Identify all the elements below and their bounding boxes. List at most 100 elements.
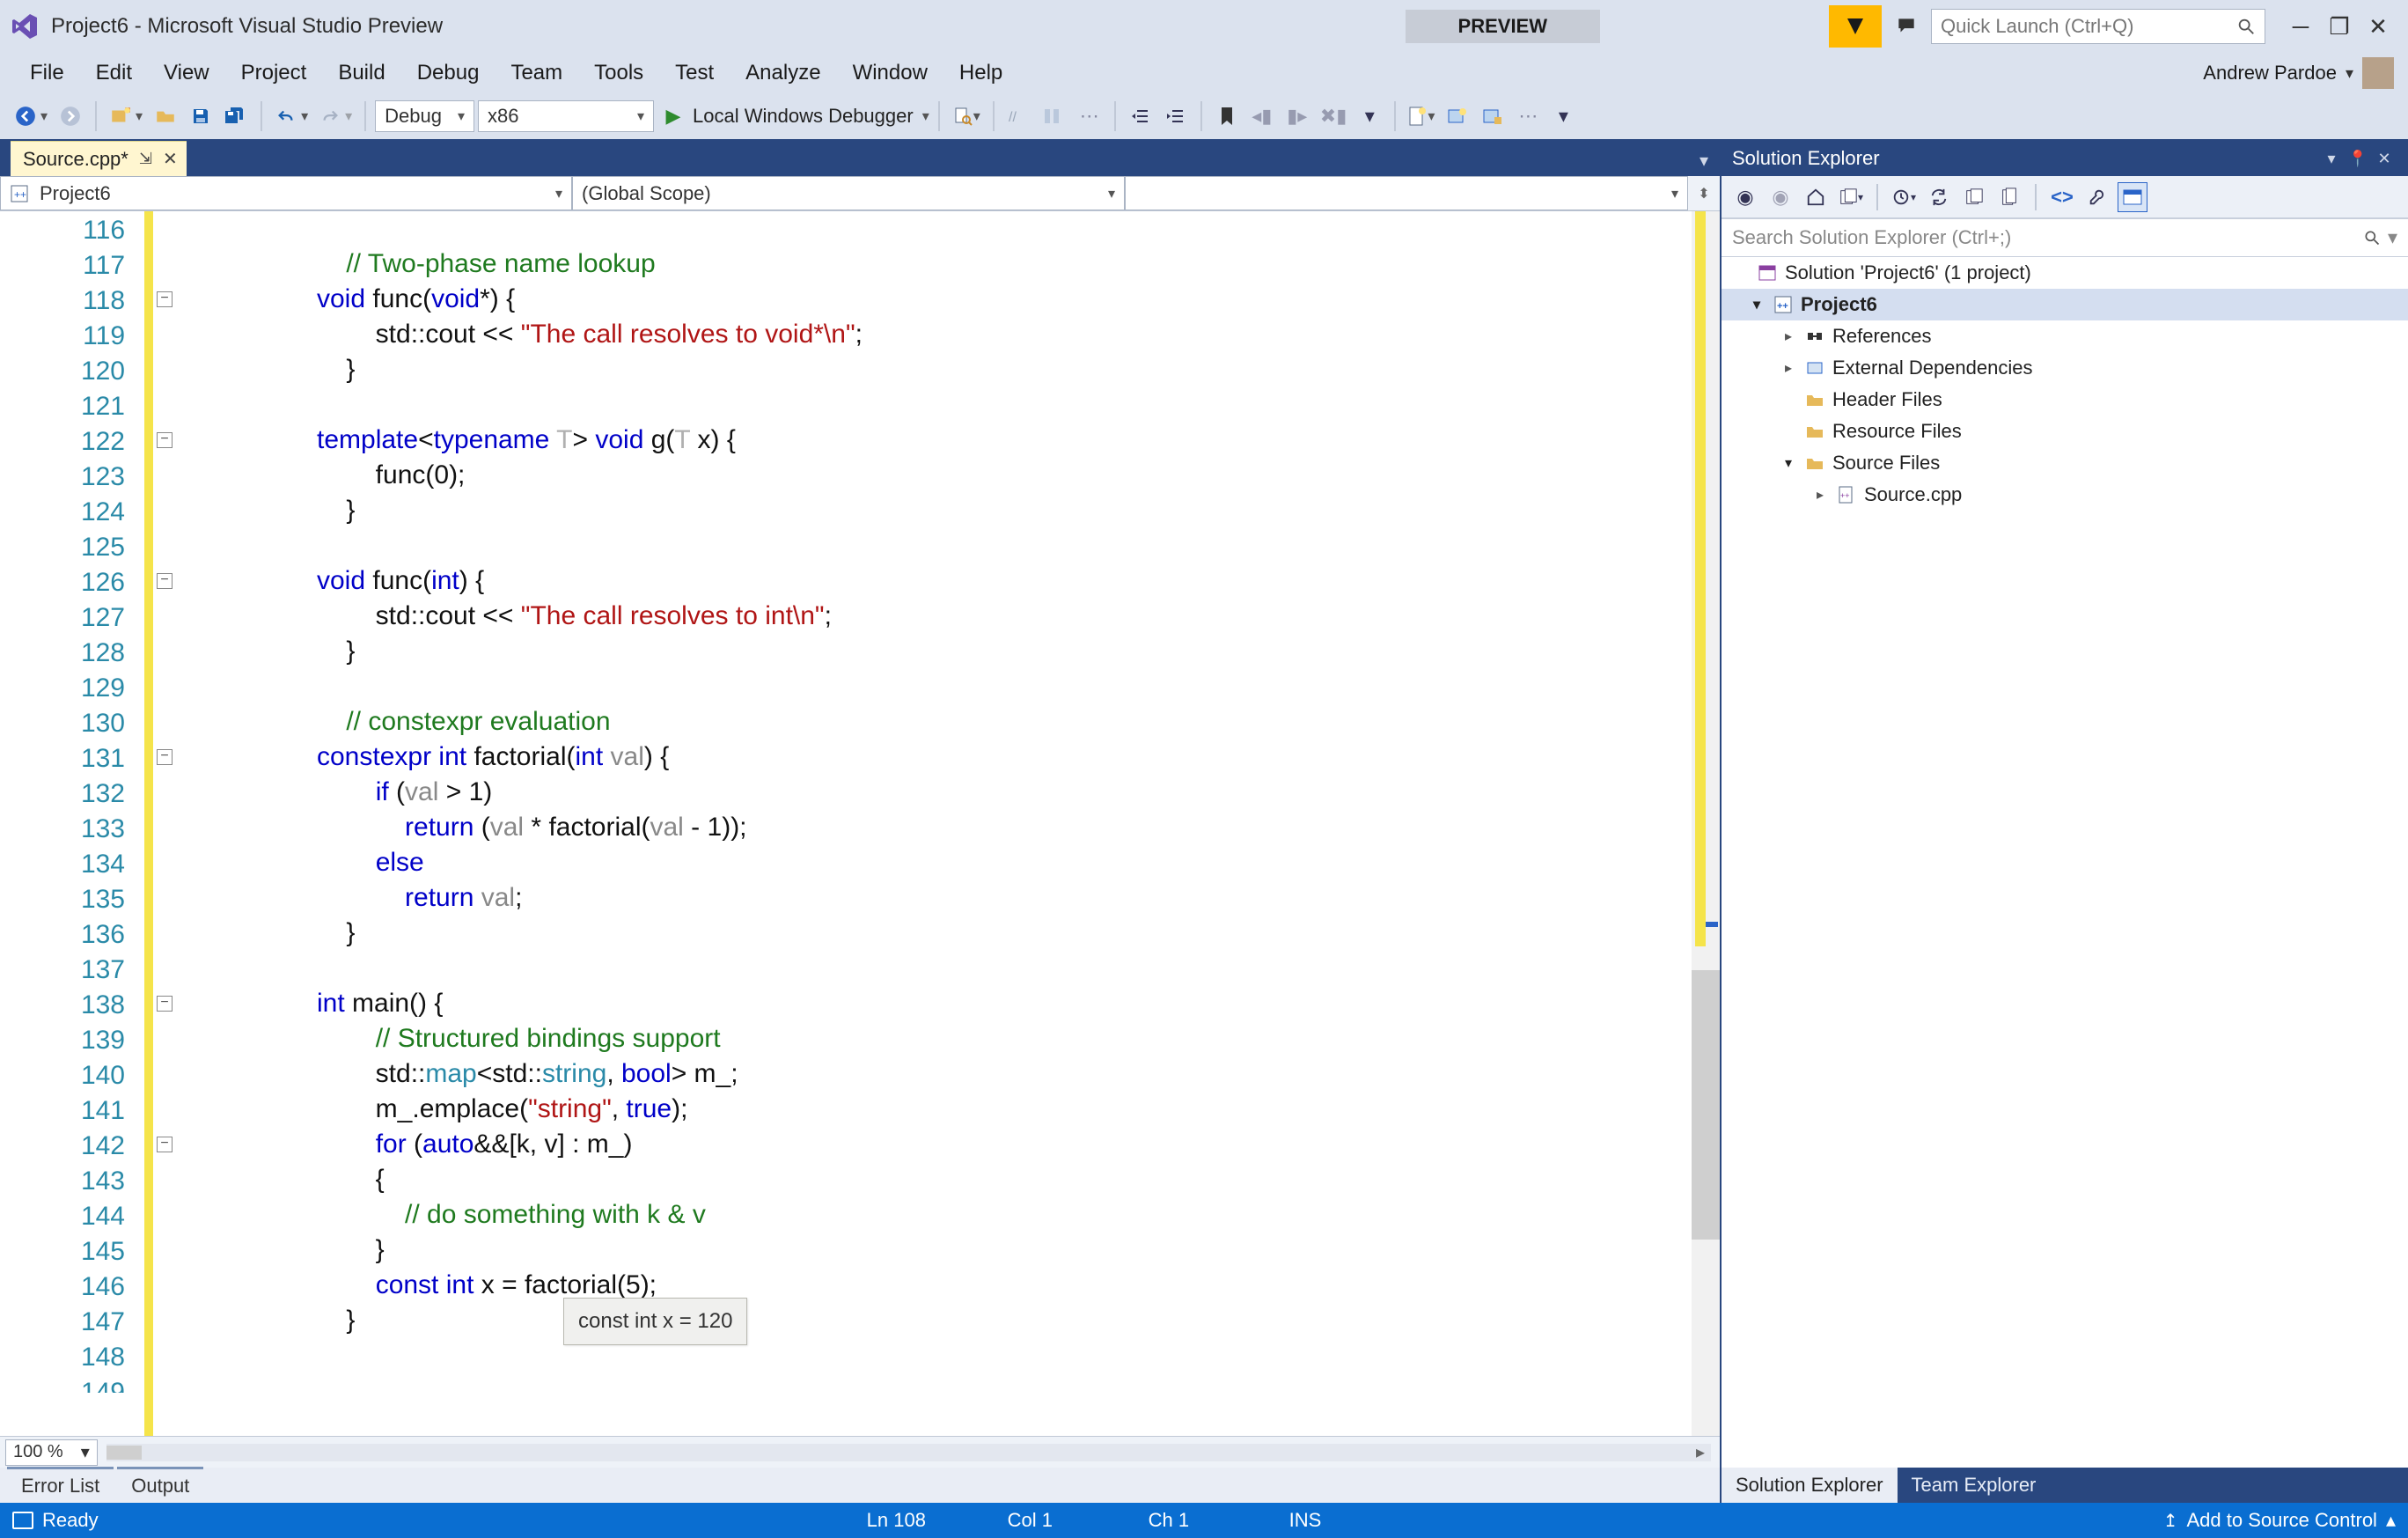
code-text[interactable]: // Two-phase name lookupvoid func(void*)… — [317, 211, 863, 1436]
nav-scope-dropdown[interactable]: (Global Scope) ▾ — [572, 176, 1125, 210]
close-icon[interactable]: ✕ — [163, 148, 178, 170]
panel-dropdown-icon[interactable]: ▾ — [2318, 145, 2345, 172]
outline-toggle[interactable] — [157, 749, 173, 765]
menu-tools[interactable]: Tools — [578, 57, 659, 88]
find-in-files-button[interactable]: ▾ — [949, 99, 984, 133]
new-item-button[interactable]: ▾ — [1405, 99, 1438, 133]
undo-button[interactable]: ▾ — [271, 99, 312, 133]
uncomment-button[interactable] — [1039, 99, 1070, 133]
quick-launch-input[interactable]: Quick Launch (Ctrl+Q) — [1931, 9, 2265, 44]
solution-explorer-tab[interactable]: Solution Explorer — [1722, 1468, 1898, 1503]
toolbar-more-2[interactable]: ⋯ — [1512, 99, 1544, 133]
minimize-button[interactable]: ─ — [2281, 9, 2320, 44]
open-file-button[interactable] — [150, 99, 181, 133]
debug-target-label[interactable]: Local Windows Debugger — [693, 105, 919, 128]
solution-tree[interactable]: Solution 'Project6' (1 project)++Project… — [1722, 257, 2408, 1468]
toolbar-overflow-2[interactable]: ▾ — [1547, 99, 1579, 133]
scroll-right-icon[interactable]: ▸ — [1690, 1444, 1711, 1461]
feedback-icon[interactable] — [1889, 9, 1924, 44]
comment-out-button[interactable]: // — [1003, 99, 1035, 133]
close-icon[interactable]: ✕ — [2371, 145, 2397, 172]
expand-toggle[interactable] — [1780, 327, 1797, 345]
outline-toggle[interactable] — [157, 432, 173, 448]
menu-window[interactable]: Window — [837, 57, 943, 88]
nav-member-dropdown[interactable]: ▾ — [1125, 176, 1688, 210]
outlining-margin[interactable] — [157, 211, 181, 1436]
tree-node[interactable]: ++Project6 — [1722, 289, 2408, 320]
toolbar-overflow-1[interactable]: ▾ — [1354, 99, 1385, 133]
start-debugging-button[interactable]: ▶ — [657, 99, 689, 133]
tree-node[interactable]: External Dependencies — [1722, 352, 2408, 384]
outline-toggle[interactable] — [157, 1137, 173, 1152]
menu-file[interactable]: File — [14, 57, 80, 88]
pending-changes-filter-button[interactable]: ▾ — [1889, 182, 1919, 212]
toolbar-more-1[interactable]: ⋯ — [1074, 99, 1105, 133]
save-button[interactable] — [185, 99, 217, 133]
tree-node[interactable]: Resource Files — [1722, 416, 2408, 447]
nav-project-dropdown[interactable]: ++ Project6 ▾ — [0, 176, 572, 210]
solution-platform-dropdown[interactable]: x86▾ — [478, 100, 654, 132]
search-options-icon[interactable]: ▾ — [2388, 226, 2397, 249]
forward-button[interactable]: ◉ — [1766, 182, 1795, 212]
pin-icon[interactable]: 📍 — [2345, 145, 2371, 172]
bookmark-button[interactable] — [1211, 99, 1243, 133]
menu-edit[interactable]: Edit — [80, 57, 148, 88]
prev-bookmark-button[interactable]: ◂▮ — [1246, 99, 1278, 133]
tree-node[interactable]: Source Files — [1722, 447, 2408, 479]
outline-toggle[interactable] — [157, 573, 173, 589]
redo-button[interactable]: ▾ — [315, 99, 356, 133]
tree-node[interactable]: Header Files — [1722, 384, 2408, 416]
back-button[interactable]: ◉ — [1730, 182, 1760, 212]
restore-button[interactable]: ❐ — [2320, 9, 2359, 44]
outline-toggle[interactable] — [157, 996, 173, 1012]
menu-project[interactable]: Project — [225, 57, 323, 88]
expand-toggle[interactable] — [1780, 454, 1797, 472]
split-editor-button[interactable]: ⬍ — [1688, 176, 1720, 210]
output-tab[interactable]: Output — [117, 1467, 203, 1503]
notifications-button[interactable] — [1829, 5, 1882, 48]
increase-indent-button[interactable] — [1160, 99, 1192, 133]
view-code-button[interactable]: <> — [2047, 182, 2077, 212]
outline-toggle[interactable] — [157, 291, 173, 307]
nav-forward-button[interactable] — [55, 99, 86, 133]
clear-bookmarks-button[interactable]: ✖▮ — [1317, 99, 1351, 133]
pin-icon[interactable]: ⇲ — [139, 150, 152, 168]
solution-explorer-title-bar[interactable]: Solution Explorer ▾ 📍 ✕ — [1722, 141, 2408, 176]
menu-view[interactable]: View — [148, 57, 225, 88]
menu-analyze[interactable]: Analyze — [730, 57, 836, 88]
decrease-indent-button[interactable] — [1125, 99, 1156, 133]
solution-explorer-search[interactable]: Search Solution Explorer (Ctrl+;) ▾ — [1722, 218, 2408, 257]
solution-config-dropdown[interactable]: Debug▾ — [375, 100, 474, 132]
tree-node[interactable]: Solution 'Project6' (1 project) — [1722, 257, 2408, 289]
new-project-button[interactable]: ▾ — [106, 99, 146, 133]
save-all-button[interactable] — [220, 99, 252, 133]
add-to-source-control-button[interactable]: ↥ Add to Source Control ▴ — [2163, 1509, 2396, 1532]
menu-test[interactable]: Test — [659, 57, 730, 88]
properties-button[interactable] — [2082, 182, 2112, 212]
menu-build[interactable]: Build — [322, 57, 400, 88]
menu-debug[interactable]: Debug — [401, 57, 496, 88]
code-editor[interactable]: 1161171181191201211221231241251261271281… — [0, 211, 1720, 1436]
menu-team[interactable]: Team — [495, 57, 578, 88]
close-button[interactable]: ✕ — [2359, 9, 2397, 44]
add-class-button[interactable] — [1442, 99, 1473, 133]
signed-in-user[interactable]: Andrew Pardoe ▾ — [2203, 57, 2394, 89]
tree-node[interactable]: References — [1722, 320, 2408, 352]
switch-views-button[interactable]: ▾ — [1836, 182, 1866, 212]
horizontal-scrollbar[interactable]: ◂ ▸ — [106, 1444, 1711, 1461]
expand-toggle[interactable] — [1780, 359, 1797, 377]
menu-help[interactable]: Help — [943, 57, 1018, 88]
vertical-scrollbar[interactable] — [1692, 211, 1720, 1436]
zoom-dropdown[interactable]: 100 %▾ — [5, 1439, 98, 1466]
document-tabs-overflow[interactable]: ▾ — [1688, 144, 1720, 176]
class-wizard-button[interactable] — [1477, 99, 1509, 133]
sync-button[interactable] — [1924, 182, 1954, 212]
show-all-files-button[interactable] — [1994, 182, 2024, 212]
team-explorer-tab[interactable]: Team Explorer — [1898, 1468, 2051, 1503]
document-tab-source-cpp[interactable]: Source.cpp* ⇲ ✕ — [11, 141, 187, 176]
tree-node[interactable]: ++Source.cpp — [1722, 479, 2408, 511]
error-list-tab[interactable]: Error List — [7, 1467, 114, 1503]
nav-back-button[interactable]: ▾ — [11, 99, 51, 133]
expand-toggle[interactable] — [1748, 296, 1766, 313]
home-button[interactable] — [1801, 182, 1831, 212]
